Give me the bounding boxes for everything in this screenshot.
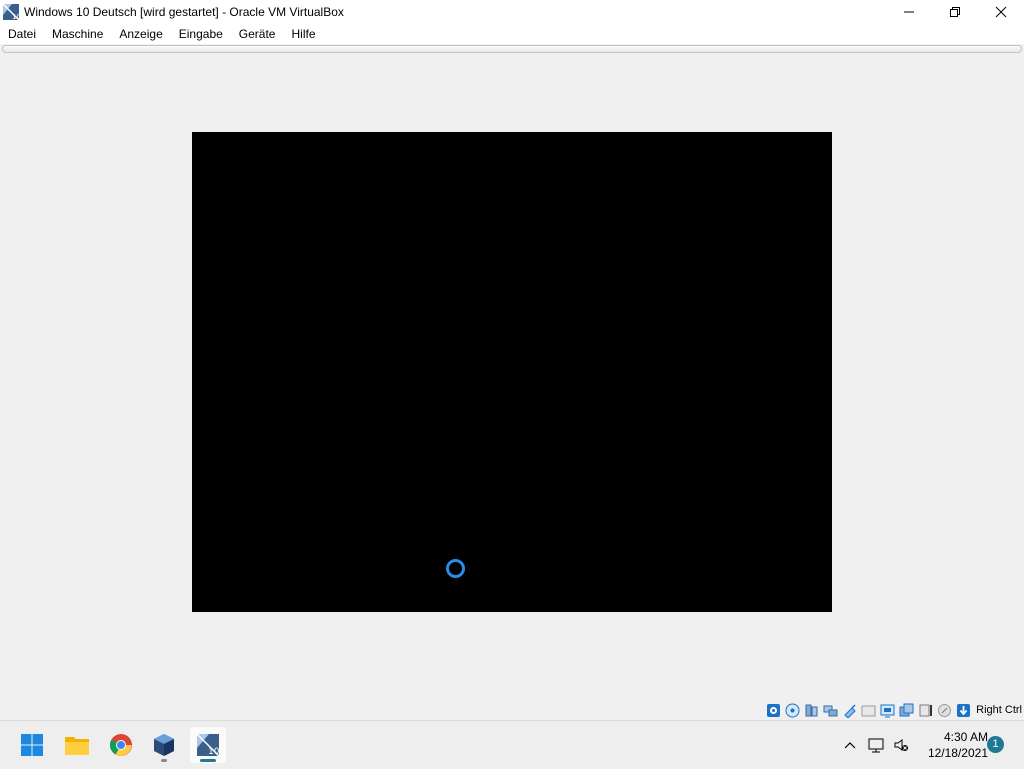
hard-disk-icon[interactable] xyxy=(765,702,782,719)
vm-status-bar: Right Ctrl xyxy=(765,700,1024,720)
window-controls xyxy=(886,0,1024,24)
vm-display[interactable] xyxy=(192,132,832,612)
mouse-integration-icon[interactable] xyxy=(936,702,953,719)
taskbar-vm-window[interactable]: 10 xyxy=(190,727,226,763)
restore-button[interactable] xyxy=(932,0,978,24)
minimize-button[interactable] xyxy=(886,0,932,24)
menu-geraete[interactable]: Geräte xyxy=(231,24,284,44)
host-key-label: Right Ctrl xyxy=(976,704,1022,716)
menu-maschine[interactable]: Maschine xyxy=(44,24,111,44)
recording-icon[interactable] xyxy=(898,702,915,719)
tray-overflow-chevron-icon[interactable] xyxy=(840,735,860,755)
network-tray-icon[interactable] xyxy=(866,735,888,755)
close-button[interactable] xyxy=(978,0,1024,24)
clock-date: 12/18/2021 xyxy=(927,746,988,760)
restore-icon xyxy=(950,7,960,17)
title-bar: 10 Windows 10 Deutsch [wird gestartet] -… xyxy=(0,0,1024,24)
display-icon[interactable] xyxy=(879,702,896,719)
network-icon[interactable] xyxy=(822,702,839,719)
host-key-icon[interactable] xyxy=(955,702,972,719)
system-tray xyxy=(840,721,912,769)
svg-text:10: 10 xyxy=(12,13,20,21)
cpu-icon[interactable] xyxy=(917,702,934,719)
loading-spinner-icon xyxy=(446,559,465,578)
window-title: Windows 10 Deutsch [wird gestartet] - Or… xyxy=(24,5,344,19)
usb-icon[interactable] xyxy=(841,702,858,719)
svg-text:10: 10 xyxy=(208,747,220,757)
optical-drive-icon[interactable] xyxy=(784,702,801,719)
close-icon xyxy=(995,6,1007,18)
taskbar-clock[interactable]: 4:30 AM 12/18/2021 xyxy=(918,729,988,761)
menu-hilfe[interactable]: Hilfe xyxy=(283,24,323,44)
taskbar-virtualbox[interactable] xyxy=(146,727,182,763)
running-indicator xyxy=(161,759,167,762)
chrome-icon xyxy=(109,734,132,756)
volume-muted-icon[interactable] xyxy=(890,735,912,755)
menu-bar: Datei Maschine Anzeige Eingabe Geräte Hi… xyxy=(0,24,1024,44)
notification-badge[interactable]: 1 xyxy=(987,736,1004,753)
audio-icon[interactable] xyxy=(803,702,820,719)
taskbar-file-explorer[interactable] xyxy=(59,727,95,763)
toolbar-separator xyxy=(2,45,1022,53)
virtualbox-icon xyxy=(154,734,174,756)
menu-eingabe[interactable]: Eingabe xyxy=(171,24,231,44)
windows-start-icon xyxy=(21,734,43,756)
start-button[interactable] xyxy=(14,727,50,763)
taskbar-chrome[interactable] xyxy=(103,727,139,763)
vm-window-icon: 10 xyxy=(196,733,220,757)
menu-datei[interactable]: Datei xyxy=(0,24,44,44)
menu-anzeige[interactable]: Anzeige xyxy=(111,24,170,44)
taskbar: 10 4:30 AM 12/18/2021 xyxy=(0,720,1024,768)
minimize-icon xyxy=(904,11,914,13)
active-indicator xyxy=(200,759,216,762)
clock-time: 4:30 AM xyxy=(943,730,988,744)
virtualbox-vm-icon: 10 xyxy=(2,3,21,21)
shared-folders-icon[interactable] xyxy=(860,702,877,719)
file-explorer-icon xyxy=(65,737,89,755)
